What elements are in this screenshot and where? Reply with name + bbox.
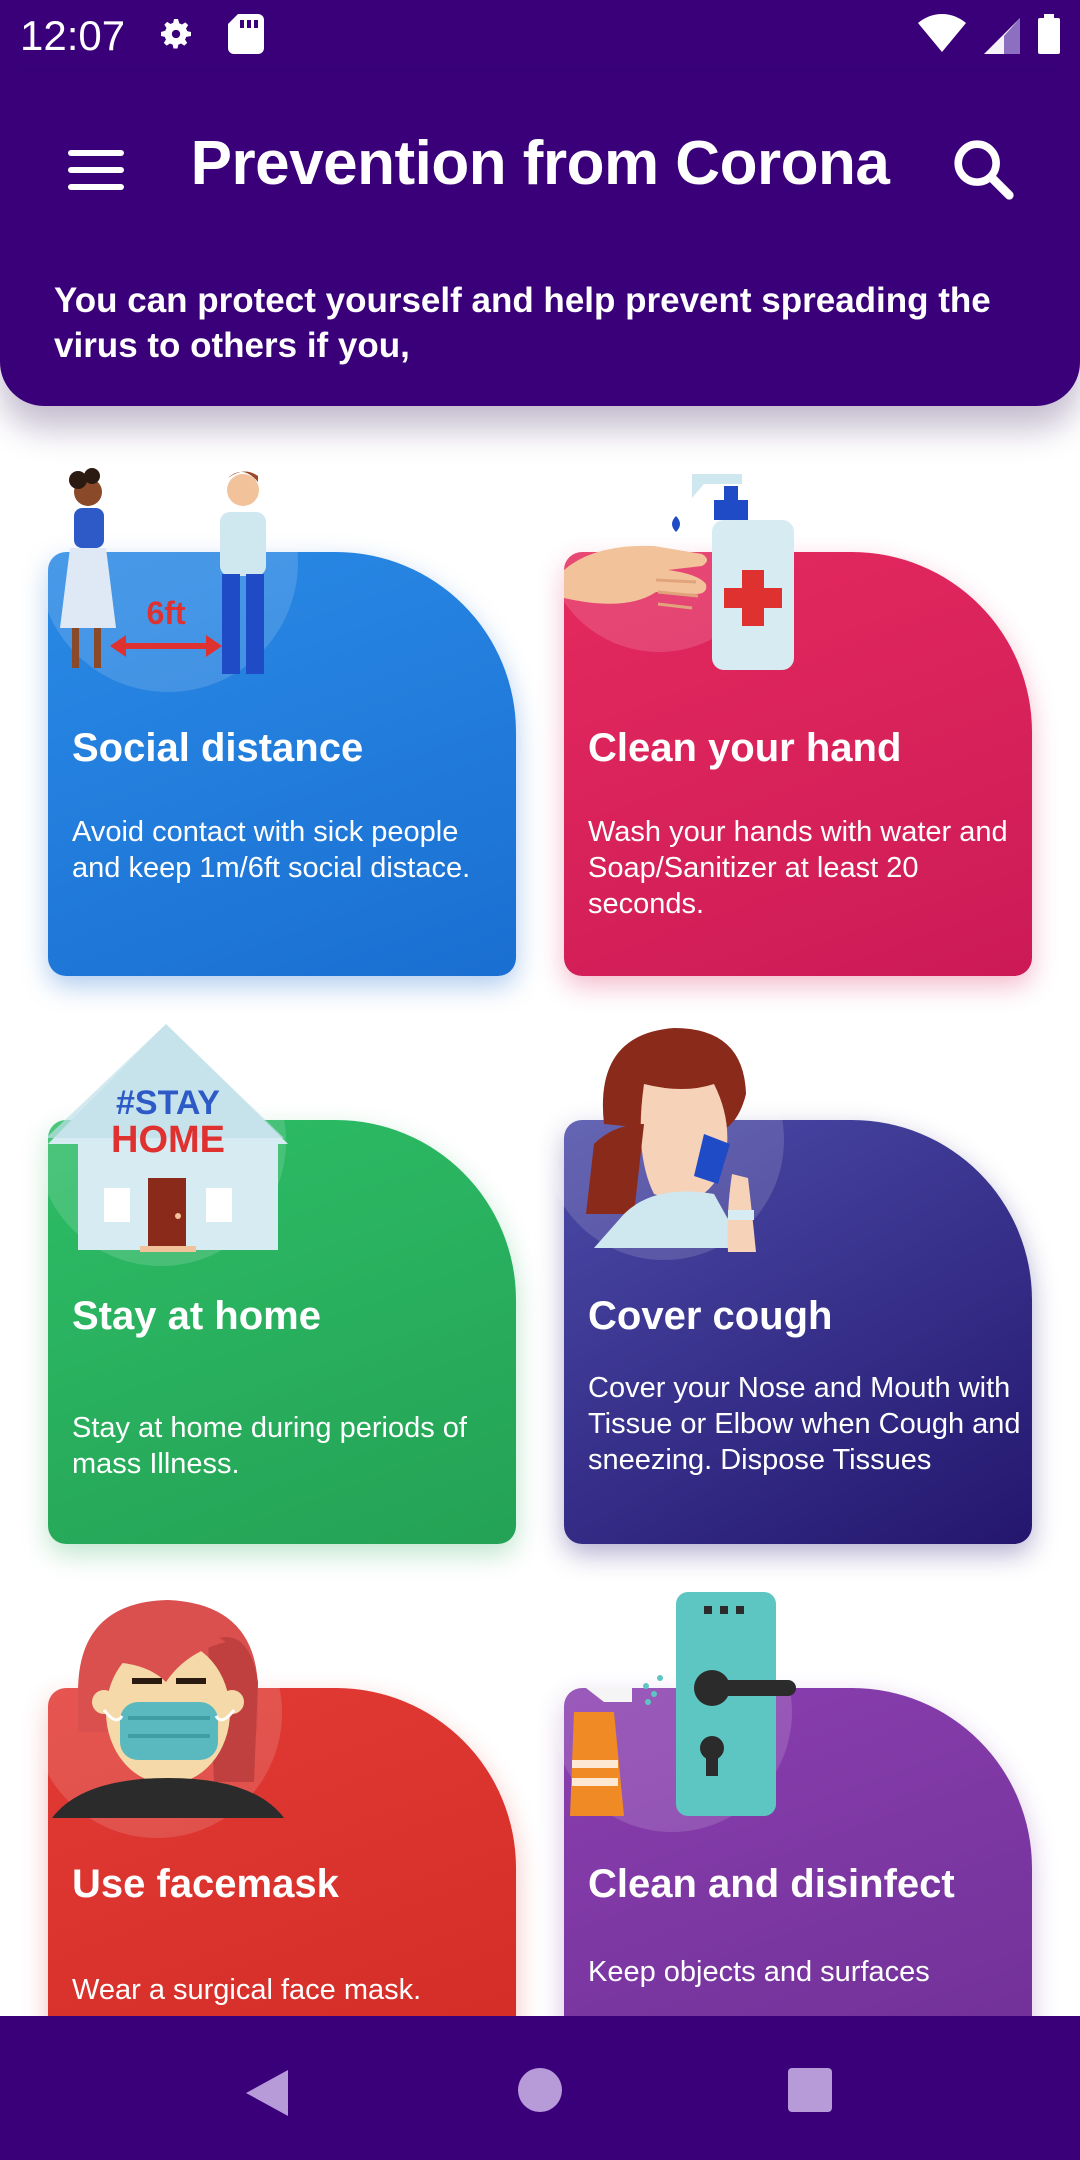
card-description: Wear a surgical face mask. xyxy=(72,1974,422,2006)
wifi-icon xyxy=(918,14,966,52)
status-time: 12:07 xyxy=(20,12,126,59)
card-title: Use facemask xyxy=(72,1862,339,1906)
back-icon[interactable] xyxy=(244,2068,290,2118)
card-social-distance[interactable]: 6ft Social distance Avoid contact with s… xyxy=(38,432,516,976)
card-title: Clean and disinfect xyxy=(588,1862,955,1906)
social-distance-illustration: 6ft xyxy=(60,468,266,674)
intro-text: You can protect yourself and help preven… xyxy=(54,281,991,365)
prevention-cards: 6ft Social distance Avoid contact with s… xyxy=(0,406,1080,2112)
home-icon[interactable] xyxy=(518,2068,562,2112)
search-icon[interactable] xyxy=(948,134,1018,204)
hand-sanitizer-illustration xyxy=(564,474,794,670)
navigation-bar xyxy=(0,2016,1080,2160)
status-icons xyxy=(918,14,1060,54)
recents-icon[interactable] xyxy=(788,2068,832,2112)
home-label: HOME xyxy=(111,1119,225,1161)
card-description: Avoid contact with sick people and keep … xyxy=(72,816,471,884)
page-title: Prevention from Corona xyxy=(190,129,890,198)
card-description: Keep objects and surfaces xyxy=(588,1956,930,1988)
cell-signal-icon xyxy=(984,18,1020,54)
card-title: Social distance xyxy=(72,726,364,770)
status-bar: 12:07 xyxy=(0,0,1080,72)
stay-home-illustration: #STAY HOME xyxy=(48,1024,288,1252)
sd-card-icon xyxy=(228,14,264,54)
card-stay-home[interactable]: #STAY HOME Stay at home Stay at home dur… xyxy=(36,1016,516,1544)
card-title: Stay at home xyxy=(72,1294,321,1338)
battery-icon xyxy=(1038,14,1060,54)
card-description: Stay at home during periods of mass Illn… xyxy=(72,1412,467,1480)
distance-label: 6ft xyxy=(146,595,185,631)
disinfect-illustration xyxy=(570,1592,796,1816)
card-cover-cough[interactable]: Cover cough Cover your Nose and Mouth wi… xyxy=(544,1020,1032,1544)
facemask-illustration xyxy=(52,1600,284,1818)
settings-gear-icon xyxy=(161,19,191,49)
app-header: Prevention from Corona You can protect y… xyxy=(0,72,1080,406)
card-description: Wash your hands with water and Soap/Sani… xyxy=(588,816,1008,920)
cover-cough-illustration xyxy=(586,1028,756,1252)
card-title: Clean your hand xyxy=(588,726,902,770)
card-description: Cover your Nose and Mouth with Tissue or… xyxy=(588,1372,1021,1476)
stay-label: #STAY xyxy=(116,1084,220,1122)
card-clean-hand[interactable]: Clean your hand Wash your hands with wat… xyxy=(544,422,1032,976)
card-title: Cover cough xyxy=(588,1294,833,1338)
